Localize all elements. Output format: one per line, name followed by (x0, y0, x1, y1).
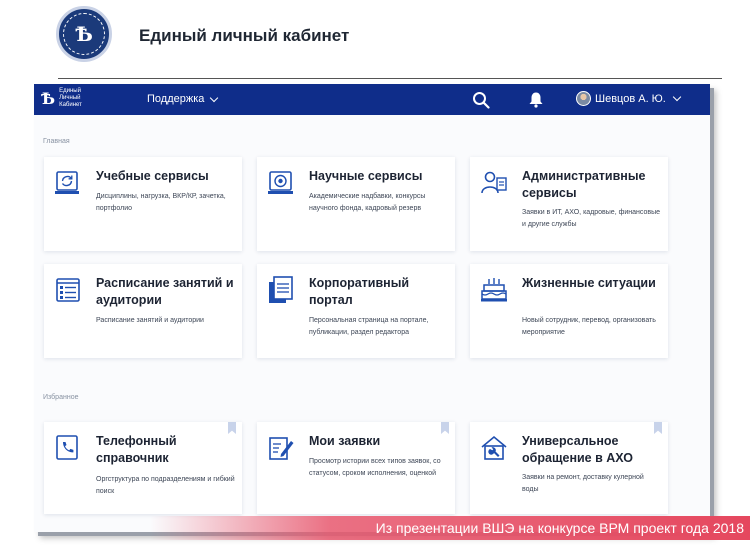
avatar (576, 91, 591, 106)
watermark-text: Из презентации ВШЭ на конкурсе ВРМ проек… (375, 520, 744, 536)
app-screenshot: Ѣ Единый Личный Кабинет Поддержка Шевцов… (34, 84, 710, 532)
card-description: Заявки в ИТ, АХО, кадровые, финансовые и… (522, 209, 660, 228)
card-phone-directory[interactable]: Телефонный справочник Оргструктура по по… (44, 422, 242, 514)
hse-logo-ring: Ѣ (63, 13, 105, 55)
slide-title: Единый личный кабинет (139, 26, 350, 45)
section-label-favorites: Избранное (43, 394, 79, 401)
card-schedule[interactable]: Расписание занятий и аудитории Расписани… (44, 264, 242, 358)
hse-logo-mark: Ѣ (75, 22, 93, 46)
card-title: Научные сервисы (309, 169, 423, 183)
maintenance-house-icon (481, 435, 507, 460)
admin-people-icon (481, 171, 507, 194)
card-science-services[interactable]: Научные сервисы Академические надбавки, … (257, 157, 455, 251)
card-study-services[interactable]: Учебные сервисы Дисциплины, нагрузка, ВК… (44, 157, 242, 251)
top-navbar: Ѣ Единый Личный Кабинет Поддержка Шевцов… (34, 84, 710, 115)
card-description: Академические надбавки, конкурсы научног… (309, 193, 426, 212)
card-title: Учебные сервисы (96, 169, 209, 183)
card-description: Просмотр истории всех типов заявок, со с… (309, 458, 441, 477)
card-description: Расписание занятий и аудитории (96, 317, 204, 324)
card-title: Корпоративный портал (309, 276, 410, 307)
bell-icon[interactable] (528, 91, 544, 108)
chevron-down-icon (210, 93, 219, 102)
card-life-situations[interactable]: Жизненные ситуации Новый сотрудник, пере… (470, 264, 668, 358)
schedule-list-icon (56, 278, 80, 302)
phone-book-icon (56, 435, 78, 460)
brand-mark: Ѣ (41, 89, 56, 108)
card-description: Новый сотрудник, перевод, организовать м… (522, 317, 656, 336)
portal-document-icon (269, 276, 293, 303)
card-corporate-portal[interactable]: Корпоративный портал Персональная страни… (257, 264, 455, 358)
card-description: Оргструктура по подразделениям и гибкий … (96, 476, 235, 495)
science-target-icon (268, 171, 293, 194)
chevron-down-icon (672, 92, 682, 102)
card-title: Телефонный справочник (96, 434, 177, 465)
card-title: Жизненные ситуации (522, 276, 656, 290)
edit-document-icon (269, 437, 294, 460)
search-icon[interactable] (472, 91, 490, 109)
card-title: Мои заявки (309, 434, 381, 448)
card-universal-request[interactable]: Универсальное обращение в АХО Заявки на … (470, 422, 668, 514)
user-name: Шевцов А. Ю. (595, 92, 666, 105)
card-title: Расписание занятий и аудитории (96, 276, 234, 307)
card-title: Универсальное обращение в АХО (522, 434, 634, 465)
card-title: Административные сервисы (522, 169, 646, 200)
slide-divider (58, 78, 722, 79)
card-admin-services[interactable]: Административные сервисы Заявки в ИТ, АХ… (470, 157, 668, 251)
card-description: Персональная страница на портале, публик… (309, 317, 429, 336)
user-menu[interactable]: Шевцов А. Ю. (576, 91, 682, 106)
support-menu-label: Поддержка (147, 93, 205, 105)
support-menu[interactable]: Поддержка (147, 93, 219, 105)
brand-text: Единый Личный Кабинет (59, 88, 82, 108)
source-watermark: Из презентации ВШЭ на конкурсе ВРМ проек… (0, 516, 750, 540)
hse-logo: Ѣ (56, 6, 112, 62)
refresh-doc-icon (55, 171, 79, 194)
card-description: Дисциплины, нагрузка, ВКР/КР, зачетка, п… (96, 193, 226, 212)
card-description: Заявки на ремонт, доставку кулерной воды (522, 474, 644, 493)
card-my-requests[interactable]: Мои заявки Просмотр истории всех типов з… (257, 422, 455, 514)
cake-icon (481, 278, 507, 302)
section-label-main: Главная (43, 138, 70, 145)
brand-logo[interactable]: Ѣ Единый Личный Кабинет (41, 88, 93, 109)
